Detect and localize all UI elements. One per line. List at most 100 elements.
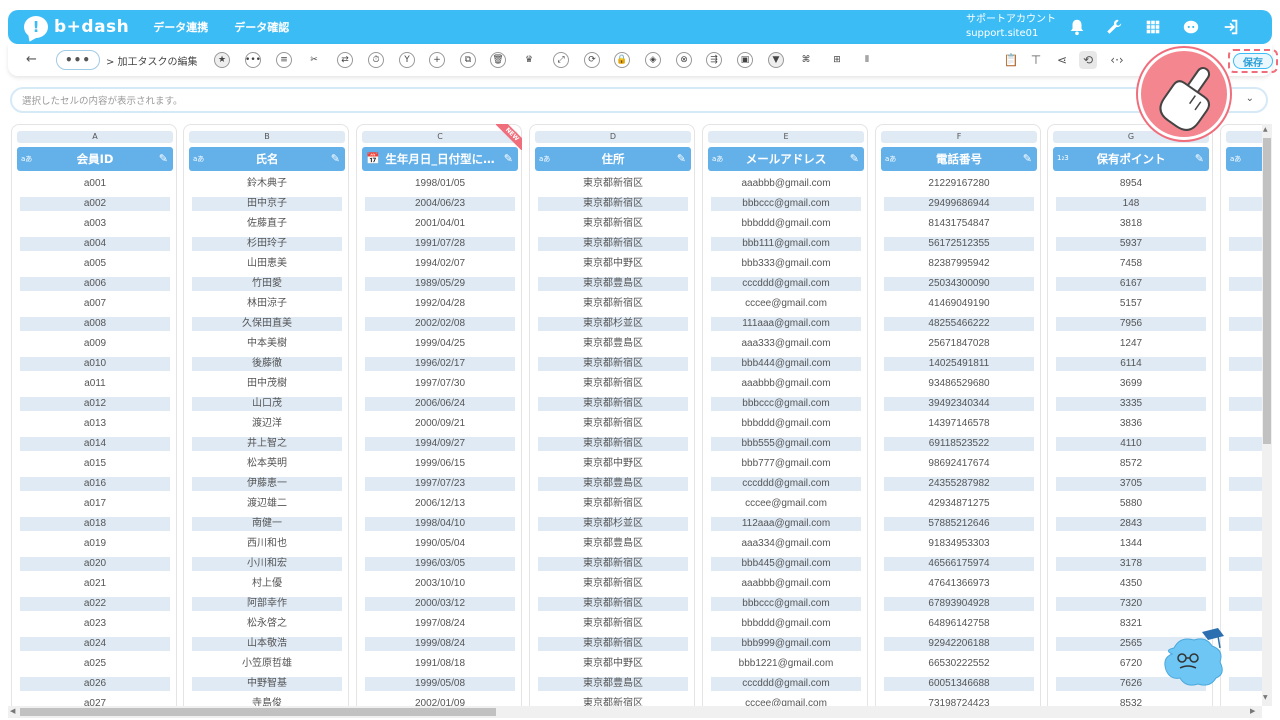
pencil-icon[interactable]: ✎: [331, 152, 340, 165]
crown-tool-icon[interactable]: ♛: [521, 52, 537, 68]
horizontal-scroll-thumb[interactable]: [20, 708, 496, 716]
table-cell[interactable]: aaabbb@gmail.com: [711, 377, 861, 391]
table-cell[interactable]: a004: [20, 237, 170, 251]
table-cell[interactable]: 東京都中野区: [538, 257, 688, 271]
table-cell[interactable]: 東京都新宿区: [538, 577, 688, 591]
table-cell[interactable]: 東京都新宿区: [538, 197, 688, 211]
table-cell[interactable]: [1229, 477, 1262, 491]
table-cell[interactable]: bbb999@gmail.com: [711, 637, 861, 651]
table-cell[interactable]: bbbccc@gmail.com: [711, 197, 861, 211]
column-header-birthdate[interactable]: 📅 生年月日_日付型に… ✎: [362, 147, 518, 171]
table-cell[interactable]: 東京都新宿区: [538, 437, 688, 451]
scroll-down-icon[interactable]: ▼: [1263, 694, 1268, 701]
table-cell[interactable]: a017: [20, 497, 170, 511]
grid-menu-icon[interactable]: [1143, 17, 1163, 37]
table-cell[interactable]: a010: [20, 357, 170, 371]
table-cell[interactable]: bbb1221@gmail.com: [711, 657, 861, 671]
pencil-icon[interactable]: ✎: [1195, 152, 1204, 165]
table-cell[interactable]: 2000/03/12: [365, 597, 515, 611]
table-cell[interactable]: [1229, 437, 1262, 451]
column-letter[interactable]: A: [17, 131, 173, 143]
table-cell[interactable]: 8572: [1056, 457, 1206, 471]
frame-tool-icon[interactable]: ▣: [737, 52, 753, 68]
table-cell[interactable]: 7320: [1056, 597, 1206, 611]
table-cell[interactable]: 41469049190: [884, 297, 1034, 311]
flow-icon[interactable]: ⊤: [1027, 51, 1045, 69]
table-cell[interactable]: 小川和宏: [192, 557, 342, 571]
table-cell[interactable]: 竹田愛: [192, 277, 342, 291]
table-cell[interactable]: bbb445@gmail.com: [711, 557, 861, 571]
filter-tool-icon[interactable]: ▼: [768, 52, 784, 68]
table-cell[interactable]: 6114: [1056, 357, 1206, 371]
table-cell[interactable]: 林田涼子: [192, 297, 342, 311]
table-cell[interactable]: 69118523522: [884, 437, 1034, 451]
table-cell[interactable]: 1991/08/18: [365, 657, 515, 671]
table-cell[interactable]: 東京都新宿区: [538, 417, 688, 431]
table-cell[interactable]: 2003/10/10: [365, 577, 515, 591]
table-cell[interactable]: a005: [20, 257, 170, 271]
table-cell[interactable]: 東京都中野区: [538, 657, 688, 671]
table-cell[interactable]: 1992/04/28: [365, 297, 515, 311]
table-cell[interactable]: 42934871275: [884, 497, 1034, 511]
table-cell[interactable]: 後藤徹: [192, 357, 342, 371]
table-cell[interactable]: 91834953303: [884, 537, 1034, 551]
column-header-phone[interactable]: aあ 電話番号 ✎: [881, 147, 1037, 171]
column-header-points[interactable]: 1₂3 保有ポイント ✎: [1053, 147, 1209, 171]
table-cell[interactable]: a003: [20, 217, 170, 231]
table-cell[interactable]: 田中茂樹: [192, 377, 342, 391]
table-cell[interactable]: 佐藤直子: [192, 217, 342, 231]
table-cell[interactable]: cccddd@gmail.com: [711, 677, 861, 691]
table-cell[interactable]: a008: [20, 317, 170, 331]
code-view-icon[interactable]: ‹·›: [1104, 51, 1130, 69]
column-letter[interactable]: D: [535, 131, 691, 143]
nav-data-link[interactable]: データ連携: [153, 19, 208, 35]
table-cell[interactable]: 7458: [1056, 257, 1206, 271]
table-cell[interactable]: a021: [20, 577, 170, 591]
table-cell[interactable]: 3705: [1056, 477, 1206, 491]
table-cell[interactable]: [1229, 317, 1262, 331]
mascot-character-icon[interactable]: [1158, 624, 1226, 690]
table-cell[interactable]: bbbccc@gmail.com: [711, 397, 861, 411]
save-button[interactable]: 保存: [1233, 53, 1273, 69]
delete-tool-icon[interactable]: 🗑: [490, 52, 506, 68]
table-cell[interactable]: 60051346688: [884, 677, 1034, 691]
table-cell[interactable]: [1229, 457, 1262, 471]
table-cell[interactable]: aaa334@gmail.com: [711, 537, 861, 551]
table-cell[interactable]: 東京都中野区: [538, 457, 688, 471]
wrench-icon[interactable]: [1104, 17, 1124, 37]
table-cell[interactable]: aaabbb@gmail.com: [711, 577, 861, 591]
bell-icon[interactable]: [1067, 17, 1087, 37]
table-cell[interactable]: 東京都新宿区: [538, 217, 688, 231]
table-cell[interactable]: [1229, 537, 1262, 551]
table-cell[interactable]: 3818: [1056, 217, 1206, 231]
table-cell[interactable]: 1344: [1056, 537, 1206, 551]
column-letter[interactable]: E: [708, 131, 864, 143]
branch-tool-icon[interactable]: Y: [399, 52, 415, 68]
table-cell[interactable]: a001: [20, 177, 170, 191]
table-cell[interactable]: [1229, 677, 1262, 691]
table-cell[interactable]: [1229, 557, 1262, 571]
back-button[interactable]: ←: [26, 52, 37, 67]
table-cell[interactable]: 東京都新宿区: [538, 637, 688, 651]
table-cell[interactable]: 東京都新宿区: [538, 617, 688, 631]
table-cell[interactable]: [1229, 497, 1262, 511]
pencil-icon[interactable]: ✎: [1023, 152, 1032, 165]
table-cell[interactable]: 93486529680: [884, 377, 1034, 391]
table-cell[interactable]: bbb444@gmail.com: [711, 357, 861, 371]
table-cell[interactable]: a025: [20, 657, 170, 671]
table-cell[interactable]: 8954: [1056, 177, 1206, 191]
nav-data-check[interactable]: データ確認: [234, 19, 289, 35]
table-cell[interactable]: a019: [20, 537, 170, 551]
table-cell[interactable]: 3699: [1056, 377, 1206, 391]
table-cell[interactable]: 渡辺雄二: [192, 497, 342, 511]
table-cell[interactable]: [1229, 177, 1262, 191]
table-cell[interactable]: a026: [20, 677, 170, 691]
table-cell[interactable]: 2006/06/24: [365, 397, 515, 411]
table-cell[interactable]: 田中京子: [192, 197, 342, 211]
table-cell[interactable]: [1229, 617, 1262, 631]
table-cell[interactable]: 1990/05/04: [365, 537, 515, 551]
table-cell[interactable]: [1229, 337, 1262, 351]
table-cell[interactable]: 東京都新宿区: [538, 597, 688, 611]
table-cell[interactable]: 112aaa@gmail.com: [711, 517, 861, 531]
add-tool-icon[interactable]: +: [429, 52, 445, 68]
